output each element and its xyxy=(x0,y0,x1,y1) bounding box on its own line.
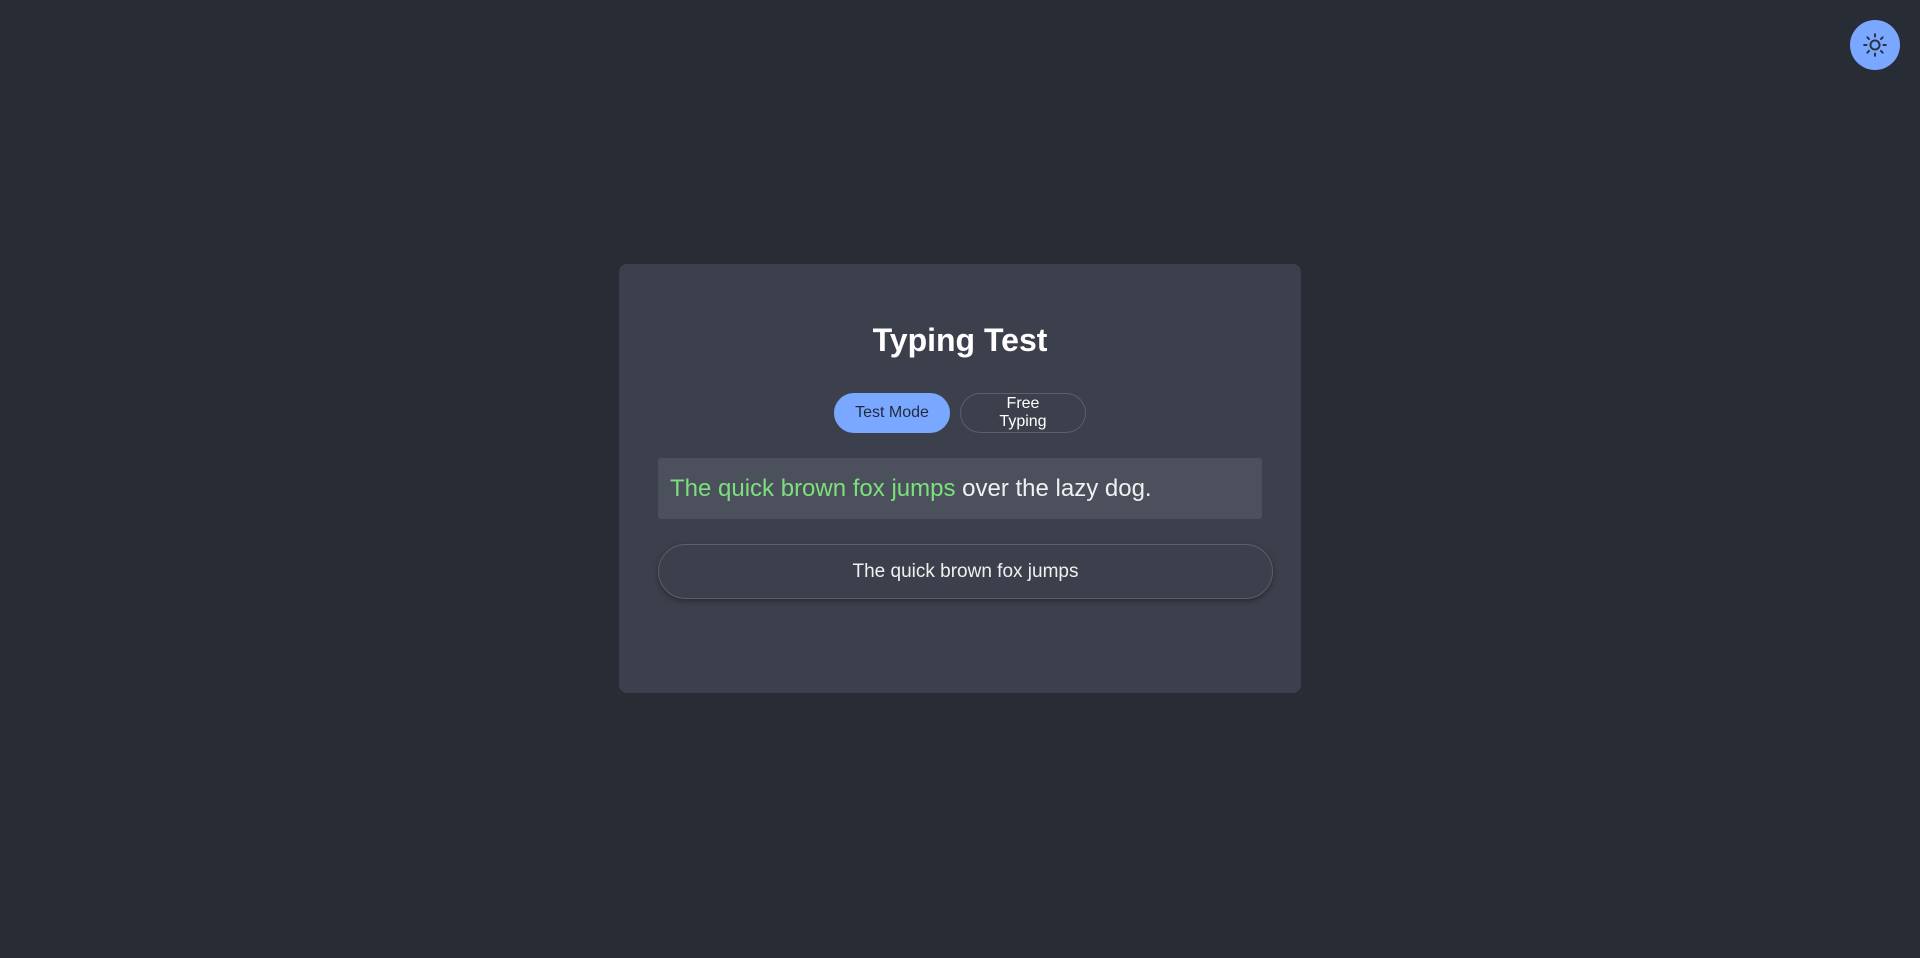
test-mode-button[interactable]: Test Mode xyxy=(834,393,950,433)
typing-input[interactable] xyxy=(658,544,1273,599)
prompt-text: The quick brown fox jumps over the lazy … xyxy=(658,458,1262,519)
mode-tabs: Test Mode Free Typing xyxy=(619,393,1301,433)
free-typing-button[interactable]: Free Typing xyxy=(960,393,1086,433)
prompt-remaining-text: over the lazy dog. xyxy=(955,474,1152,502)
page-title: Typing Test xyxy=(872,322,1048,358)
typing-test-card: Typing Test Test Mode Free Typing The qu… xyxy=(619,264,1301,693)
sun-icon xyxy=(1862,32,1888,58)
theme-toggle-button[interactable] xyxy=(1850,20,1900,70)
prompt-typed-text: The quick brown fox jumps xyxy=(670,474,956,502)
